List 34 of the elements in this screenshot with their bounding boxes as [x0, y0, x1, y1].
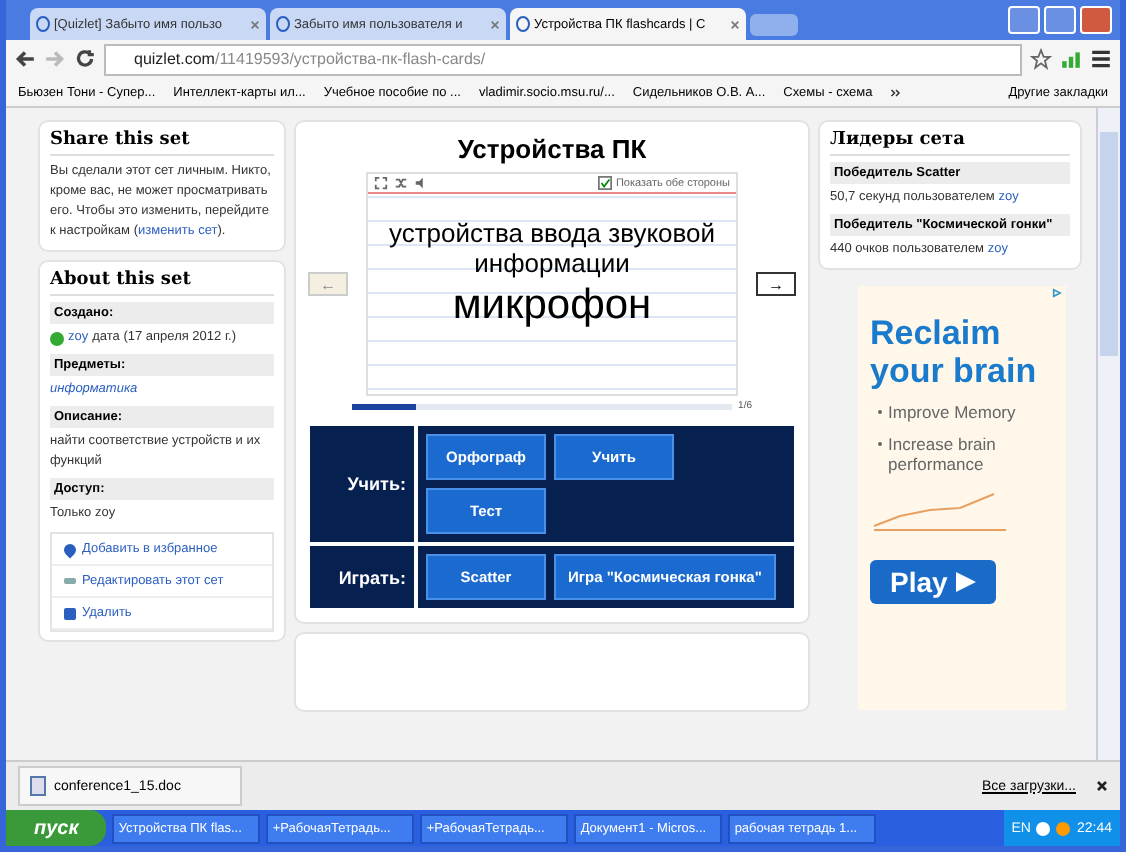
panel-title: Лидеры сета — [830, 130, 1070, 156]
chevron-icon[interactable] — [890, 87, 903, 97]
set-title: Устройства ПК — [455, 134, 649, 164]
ad-bullet: Increase brain performance — [888, 434, 998, 474]
minimize-button[interactable] — [1008, 6, 1040, 34]
ad-headline: Reclaim your brain — [870, 314, 1039, 390]
close-icon[interactable] — [1096, 780, 1108, 792]
reload-icon[interactable] — [74, 48, 96, 70]
ad-choices-icon[interactable] — [1052, 288, 1062, 298]
mode-label: Учить: — [310, 426, 418, 542]
shuffle-icon[interactable] — [394, 176, 408, 190]
play-triangle-icon — [955, 572, 976, 592]
scrollbar[interactable] — [1096, 108, 1120, 760]
panel-title: Share this set — [50, 130, 274, 156]
avatar-icon — [50, 331, 64, 345]
play-button[interactable]: Play — [870, 560, 996, 604]
term-text: устройства ввода звуковой информации — [386, 218, 718, 278]
fullscreen-icon[interactable] — [374, 176, 388, 190]
speaker-icon[interactable] — [414, 176, 428, 190]
definition-text: микрофон — [450, 282, 654, 330]
menu-icon[interactable] — [1090, 48, 1112, 70]
mode-label: Играть: — [310, 546, 418, 608]
back-arrow-icon[interactable] — [14, 48, 36, 70]
address-bar[interactable]: quizlet.com/11419593/устройства-пк-flash-cards/ — [104, 43, 1022, 75]
signal-bars-icon — [1060, 48, 1082, 70]
star-icon[interactable] — [1030, 48, 1052, 70]
checkbox[interactable] — [597, 176, 612, 190]
restore-button[interactable] — [1044, 6, 1076, 34]
start-button[interactable]: пуск — [6, 810, 107, 846]
panel-title: About this set — [50, 270, 274, 296]
ad-bullet: Improve Memory — [888, 402, 1016, 422]
next-button[interactable]: → — [756, 272, 796, 296]
close-button[interactable] — [1080, 6, 1112, 34]
document-icon — [30, 776, 46, 796]
